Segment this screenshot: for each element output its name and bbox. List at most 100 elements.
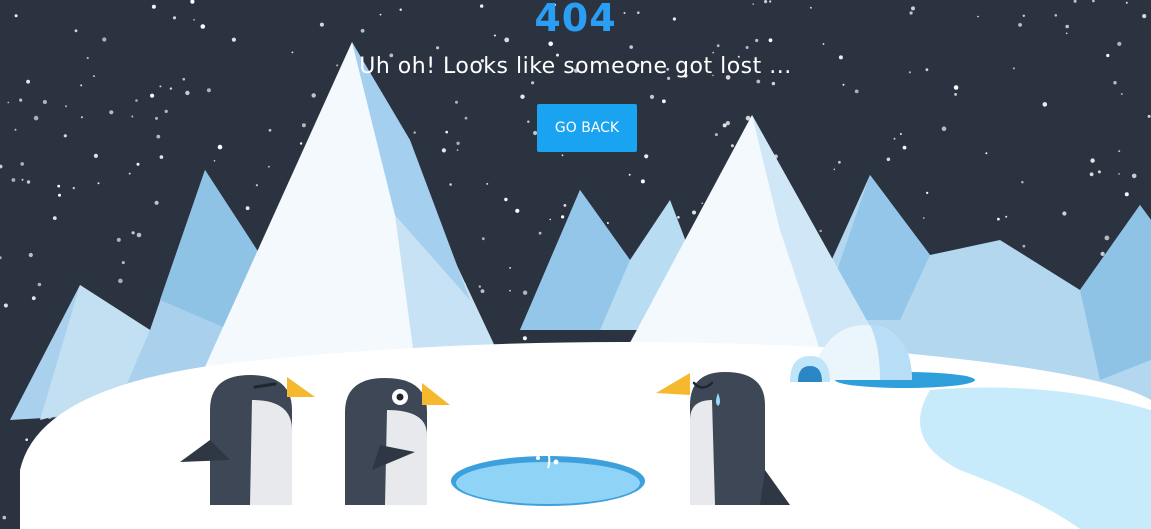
snowflake xyxy=(854,89,859,94)
snowflake xyxy=(11,178,16,182)
snowflake xyxy=(464,116,468,120)
error-message: Uh oh! Looks like someone got lost ... xyxy=(359,54,792,79)
snowflake xyxy=(116,237,121,242)
snowflake xyxy=(756,79,761,84)
snowflake xyxy=(42,99,48,105)
snowflake xyxy=(1005,215,1008,218)
snowflake xyxy=(771,81,776,86)
snowflake xyxy=(486,182,489,185)
snowflake xyxy=(1104,235,1110,241)
snowflake xyxy=(606,222,609,224)
snowflake xyxy=(701,202,704,205)
snowflake xyxy=(63,134,67,138)
snowflake xyxy=(26,79,30,84)
snowflake xyxy=(118,278,123,284)
snowflake xyxy=(833,168,836,171)
snowflake xyxy=(37,282,42,287)
snowflake xyxy=(953,85,959,90)
snowflake xyxy=(902,145,907,150)
snowflake xyxy=(436,46,440,50)
snowflake xyxy=(213,160,216,162)
snowflake xyxy=(480,289,485,293)
snowflake xyxy=(822,43,825,45)
snowflake xyxy=(159,155,164,159)
snowflake xyxy=(1120,93,1123,95)
snowflake xyxy=(922,217,925,219)
snowflake xyxy=(1022,244,1026,248)
snowflake xyxy=(730,144,734,148)
snowflake xyxy=(1090,158,1095,163)
snowflake xyxy=(714,133,718,137)
snowflake xyxy=(985,152,988,155)
snowflake xyxy=(135,99,138,102)
snowflake xyxy=(455,100,458,104)
snowflake xyxy=(1118,173,1120,175)
snowflake xyxy=(899,133,902,135)
snowflake xyxy=(7,101,10,104)
snowflake xyxy=(217,144,223,150)
snowflake xyxy=(58,193,61,197)
snowflake xyxy=(159,85,162,88)
snowflake xyxy=(926,191,929,194)
snowflake xyxy=(662,99,666,104)
snowflake xyxy=(136,162,140,166)
snowflake xyxy=(2,515,7,520)
snowflake xyxy=(121,261,125,265)
snowflake xyxy=(456,149,459,151)
snowflake xyxy=(677,216,680,219)
snowflake xyxy=(1113,81,1117,85)
snowflake xyxy=(28,252,33,258)
snowflake xyxy=(1118,150,1121,153)
snowflake xyxy=(997,217,1000,221)
snowflake xyxy=(20,162,25,166)
snowflake xyxy=(31,296,36,301)
snowflake xyxy=(549,218,551,221)
snowflake xyxy=(80,116,83,119)
snowflake xyxy=(441,148,446,153)
snowflake xyxy=(745,46,749,49)
snowflake xyxy=(504,197,508,202)
snowflake xyxy=(1042,102,1048,107)
snowflake xyxy=(1062,211,1067,216)
snowflake xyxy=(255,184,258,187)
snowflake xyxy=(19,98,23,102)
snowflake xyxy=(954,93,957,96)
snowflake xyxy=(93,153,98,158)
snowflake xyxy=(156,134,161,139)
snowflake xyxy=(26,180,31,184)
snowflake xyxy=(456,141,460,145)
snowflake xyxy=(649,94,655,99)
snowflake xyxy=(838,160,841,164)
snowflake xyxy=(1147,114,1151,118)
snowflake xyxy=(531,81,535,85)
snowflake xyxy=(25,438,29,442)
snowflake xyxy=(522,336,527,341)
winter-scene-illustration xyxy=(0,0,1151,529)
snowflake xyxy=(109,110,114,115)
go-back-button[interactable]: GO BACK xyxy=(537,104,637,152)
snowflake xyxy=(527,120,530,123)
snowflake xyxy=(538,231,542,235)
snowflake xyxy=(509,267,511,269)
snowflake xyxy=(311,93,316,98)
snowflake xyxy=(65,105,67,108)
snowflake xyxy=(629,45,633,49)
snowflake xyxy=(481,237,485,241)
snowflake xyxy=(154,200,159,205)
snowflake xyxy=(640,179,645,184)
snowflake xyxy=(155,116,158,120)
snowflake xyxy=(842,83,845,86)
snowflake xyxy=(131,231,135,235)
snowflake xyxy=(245,206,250,211)
snowflake xyxy=(185,90,190,96)
snowflake xyxy=(1100,251,1105,256)
snowflake xyxy=(561,154,564,157)
snowflake xyxy=(97,182,100,185)
snowflake xyxy=(206,88,211,93)
snowflake xyxy=(509,289,511,292)
snowflake xyxy=(164,109,168,113)
snowflake xyxy=(72,186,76,190)
snowflake xyxy=(941,126,947,132)
snowflake xyxy=(520,94,525,99)
snowflake xyxy=(548,41,553,47)
